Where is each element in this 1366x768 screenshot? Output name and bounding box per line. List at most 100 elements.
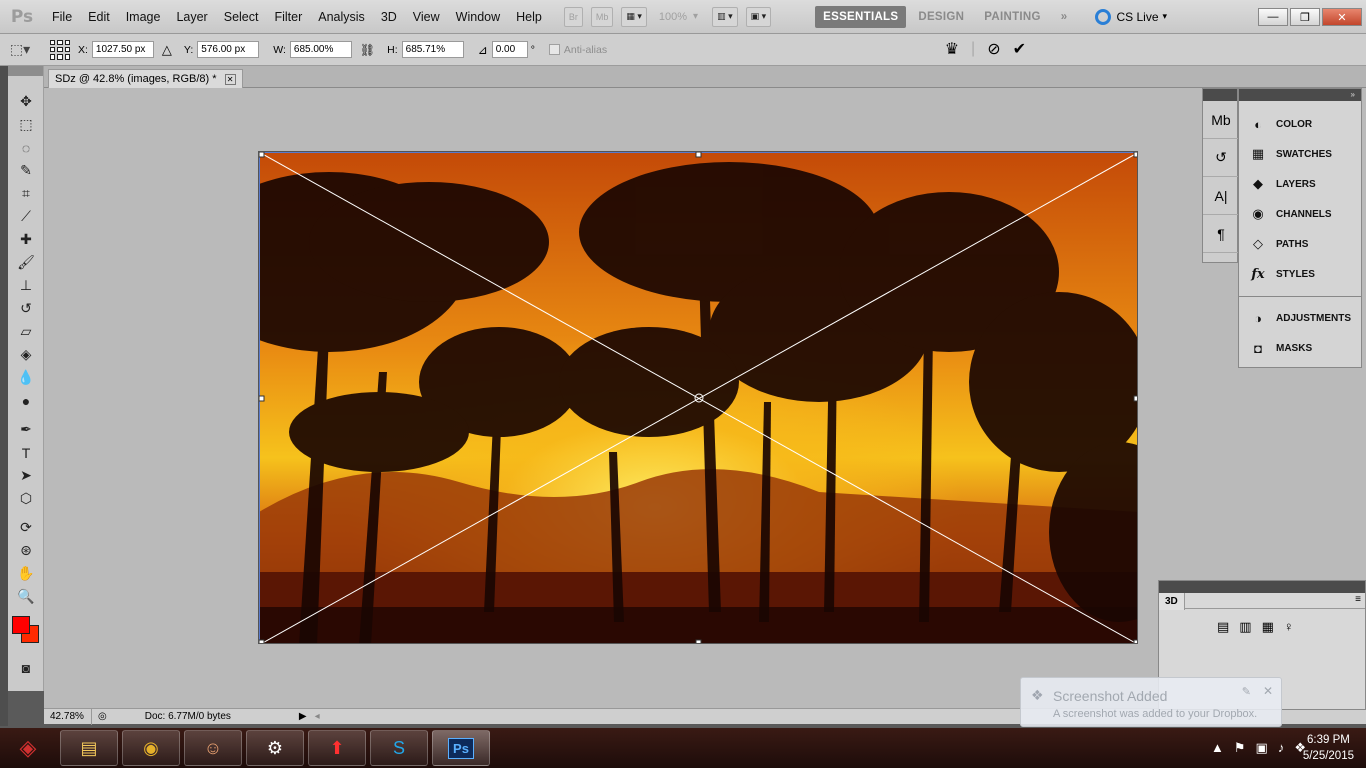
paint-bucket-tool-icon[interactable]: ◈	[8, 343, 44, 366]
panel-masks[interactable]: ◘ MASKS	[1239, 333, 1361, 363]
menu-image[interactable]: Image	[118, 0, 169, 34]
zoom-dropdown[interactable]: 100%	[659, 11, 687, 23]
pin-icon[interactable]: ✎	[1242, 685, 1251, 698]
tab-3d[interactable]: 3D	[1159, 593, 1185, 610]
healing-brush-tool-icon[interactable]: ✚	[8, 228, 44, 251]
toolbox-grip[interactable]	[8, 66, 43, 76]
marquee-tool-icon[interactable]: ⬚	[8, 113, 44, 136]
transform-tool-icon[interactable]: ⬚▾	[0, 41, 40, 58]
document-canvas[interactable]	[258, 151, 1138, 644]
minibridge-panel-icon[interactable]: Mb	[1203, 101, 1239, 139]
close-icon[interactable]: ✕	[224, 73, 236, 85]
taskbar-photoshop-icon[interactable]: Ps	[432, 730, 490, 766]
panel-color[interactable]: ◐ COLOR	[1239, 109, 1361, 139]
menu-layer[interactable]: Layer	[168, 0, 215, 34]
3d-rotate-tool-icon[interactable]: ⟳	[8, 516, 44, 539]
crop-tool-icon[interactable]: ⌗	[8, 182, 44, 205]
panel-styles[interactable]: fx STYLES	[1239, 259, 1361, 289]
quick-mask-icon[interactable]: ◙	[8, 656, 44, 679]
panel-menu-icon[interactable]: ≡	[1355, 594, 1361, 605]
minibridge-button[interactable]: Mb	[590, 6, 614, 27]
panel-channels[interactable]: ◉ CHANNELS	[1239, 199, 1361, 229]
arrange-documents-icon[interactable]: ▥ ▾	[712, 6, 738, 27]
start-button-icon[interactable]: ◈	[0, 728, 56, 768]
status-menu-arrow-icon[interactable]: ▶	[299, 711, 307, 722]
taskbar-chrome-icon[interactable]: ◉	[122, 730, 180, 766]
dodge-tool-icon[interactable]: ●	[8, 389, 44, 412]
taskbar-skype-icon[interactable]: S	[370, 730, 428, 766]
panel-swatches[interactable]: ▦ SWATCHES	[1239, 139, 1361, 169]
3d-lights-icon[interactable]: ♀	[1284, 619, 1294, 635]
panel-paths[interactable]: ◇ PATHS	[1239, 229, 1361, 259]
character-panel-icon[interactable]: A|	[1203, 177, 1239, 215]
warp-icon[interactable]: ♛	[945, 39, 959, 59]
taskbar-explorer-icon[interactable]: ▤	[60, 730, 118, 766]
scroll-left-icon[interactable]: ◂	[315, 711, 320, 722]
screen-mode-icon[interactable]: ▣ ▾	[745, 6, 772, 27]
menu-window[interactable]: Window	[448, 0, 508, 34]
3d-mesh-icon[interactable]: ▥	[1239, 619, 1251, 635]
restore-icon[interactable]: ❐	[1290, 8, 1320, 26]
show-hidden-icons-icon[interactable]: ▲	[1211, 740, 1224, 756]
shape-tool-icon[interactable]: ⬡	[8, 487, 44, 510]
menu-file[interactable]: File	[44, 0, 80, 34]
more-workspaces-icon[interactable]: »	[1053, 6, 1076, 28]
volume-icon[interactable]: ♪	[1278, 740, 1285, 756]
lasso-tool-icon[interactable]: ◌	[8, 136, 44, 159]
y-position-input[interactable]	[197, 41, 260, 58]
menu-view[interactable]: View	[405, 0, 448, 34]
workspace-essentials[interactable]: ESSENTIALS	[815, 5, 907, 28]
clone-stamp-tool-icon[interactable]: ⊥	[8, 274, 44, 297]
history-panel-icon[interactable]: ↺	[1203, 139, 1239, 177]
zoom-chevron-down-icon[interactable]: ▾	[693, 11, 698, 22]
workspace-painting[interactable]: PAINTING	[976, 6, 1049, 28]
menu-analysis[interactable]: Analysis	[310, 0, 373, 34]
hand-tool-icon[interactable]: ✋	[8, 562, 44, 585]
status-info-icon[interactable]: ◎	[98, 711, 107, 722]
network-icon[interactable]: ▣	[1256, 740, 1268, 756]
panel-3d-grip[interactable]	[1159, 581, 1365, 593]
pen-tool-icon[interactable]: ✒	[8, 418, 44, 441]
3d-materials-icon[interactable]: ▦	[1262, 619, 1274, 635]
type-tool-icon[interactable]: T	[8, 441, 44, 464]
action-center-flag-icon[interactable]: ⚑	[1234, 740, 1246, 756]
menu-3d[interactable]: 3D	[373, 0, 405, 34]
taskbar-steam-icon[interactable]: ⚙	[246, 730, 304, 766]
reference-point-locator[interactable]	[50, 39, 70, 60]
taskbar-clock[interactable]: 6:39 PM 5/25/2015	[1303, 732, 1354, 764]
link-icon[interactable]: ⛓	[360, 43, 375, 57]
menu-help[interactable]: Help	[508, 0, 550, 34]
eyedropper-tool-icon[interactable]: ⟋	[8, 205, 44, 228]
menu-filter[interactable]: Filter	[266, 0, 310, 34]
cancel-transform-icon[interactable]: ⊘	[987, 39, 1000, 59]
taskbar-upload-icon[interactable]: ⬆	[308, 730, 366, 766]
dropbox-notification[interactable]: ❖ Screenshot Added A screenshot was adde…	[1020, 677, 1282, 727]
x-position-input[interactable]	[91, 41, 154, 58]
document-tab[interactable]: SDz @ 42.8% (images, RGB/8) * ✕	[48, 69, 243, 88]
3d-orbit-tool-icon[interactable]: ⊛	[8, 539, 44, 562]
cs-live-button[interactable]: CS Live ▾	[1095, 8, 1167, 25]
workspace-design[interactable]: DESIGN	[910, 6, 972, 28]
rotation-input[interactable]	[491, 41, 528, 58]
dock-grip[interactable]	[1203, 89, 1237, 101]
paragraph-panel-icon[interactable]: ¶	[1203, 215, 1239, 253]
brush-tool-icon[interactable]: 🖌	[8, 251, 44, 274]
bridge-button[interactable]: Br	[563, 6, 583, 27]
panel-layers[interactable]: ◆ LAYERS	[1239, 169, 1361, 199]
minimize-icon[interactable]: —	[1258, 8, 1288, 26]
3d-scene-icon[interactable]: ▤	[1217, 619, 1229, 635]
foreground-color-swatch[interactable]	[12, 616, 30, 634]
menu-select[interactable]: Select	[216, 0, 267, 34]
antialias-checkbox[interactable]: Anti-alias	[548, 44, 607, 56]
relative-position-icon[interactable]: △	[162, 42, 172, 58]
eraser-tool-icon[interactable]: ▱	[8, 320, 44, 343]
collapse-panels-icon[interactable]: »	[1239, 89, 1361, 101]
panel-adjustments[interactable]: ◑ ADJUSTMENTS	[1239, 303, 1361, 333]
history-brush-tool-icon[interactable]: ↺	[8, 297, 44, 320]
width-input[interactable]	[289, 41, 352, 58]
status-zoom[interactable]: 42.78%	[44, 708, 92, 725]
view-extras-icon[interactable]: ▦ ▾	[621, 6, 647, 27]
move-tool-icon[interactable]: ✥	[8, 90, 44, 113]
close-icon[interactable]: ✕	[1263, 684, 1273, 698]
taskbar-game-icon[interactable]: ☺	[184, 730, 242, 766]
